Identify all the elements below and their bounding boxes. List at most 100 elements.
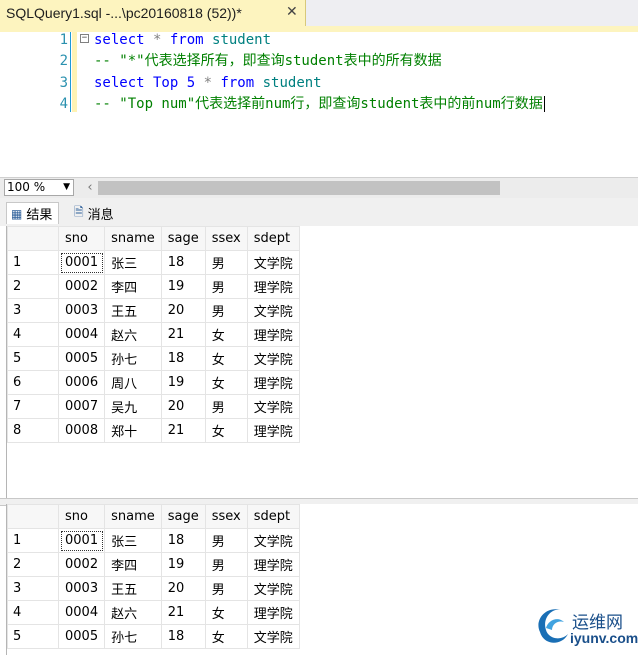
cell-sdept[interactable]: 理学院 xyxy=(246,418,300,443)
table-row[interactable]: 5 0005 孙七 18 女文学院 xyxy=(7,346,300,371)
table-row[interactable]: 4 0004 赵六 21 女理学院 xyxy=(7,322,300,347)
close-icon[interactable]: ✕ xyxy=(286,4,298,20)
row-number[interactable]: 1 xyxy=(7,528,59,553)
table-row[interactable]: 1 0001 张三 18 男文学院 xyxy=(7,250,300,275)
cell-sname[interactable]: 孙七 xyxy=(104,624,162,649)
table-row[interactable]: 2 0002 李四 19 男理学院 xyxy=(7,552,300,577)
code-line-2[interactable]: 2 -- "*"代表选择所有，即查询student表中的所有数据 xyxy=(0,50,638,72)
cell-sdept[interactable]: 文学院 xyxy=(246,576,300,601)
tab-messages[interactable]: 🗎 消息 xyxy=(70,202,120,224)
column-header-sno[interactable]: sno xyxy=(57,226,106,251)
cell-sage[interactable]: 18 xyxy=(160,624,206,649)
cell-sdept[interactable]: 文学院 xyxy=(246,298,300,323)
cell-sno[interactable]: 0004 xyxy=(57,600,106,625)
grid-corner[interactable] xyxy=(7,226,59,251)
cell-sno[interactable]: 0005 xyxy=(57,624,106,649)
cell-ssex[interactable]: 男 xyxy=(204,394,248,419)
row-number[interactable]: 8 xyxy=(7,418,59,443)
cell-sage[interactable]: 18 xyxy=(160,346,206,371)
cell-sno[interactable]: 0004 xyxy=(57,322,106,347)
row-number[interactable]: 4 xyxy=(7,600,59,625)
cell-sname[interactable]: 张三 xyxy=(104,250,162,275)
cell-sdept[interactable]: 文学院 xyxy=(246,394,300,419)
cell-sdept[interactable]: 理学院 xyxy=(246,600,300,625)
cell-sage[interactable]: 20 xyxy=(160,394,206,419)
cell-sno[interactable]: 0006 xyxy=(57,370,106,395)
table-row[interactable]: 7 0007 吴九 20 男文学院 xyxy=(7,394,300,419)
column-header-sdept[interactable]: sdept xyxy=(246,226,300,251)
cell-sname[interactable]: 赵六 xyxy=(104,600,162,625)
table-row[interactable]: 1 0001 张三 18 男文学院 xyxy=(7,528,300,553)
cell-sage[interactable]: 21 xyxy=(160,322,206,347)
cell-sname[interactable]: 赵六 xyxy=(104,322,162,347)
cell-sage[interactable]: 21 xyxy=(160,600,206,625)
cell-sdept[interactable]: 文学院 xyxy=(246,528,300,553)
cell-sname[interactable]: 李四 xyxy=(104,274,162,299)
table-row[interactable]: 3 0003 王五 20 男文学院 xyxy=(7,298,300,323)
cell-sdept[interactable]: 理学院 xyxy=(246,274,300,299)
column-header-sname[interactable]: sname xyxy=(104,226,162,251)
cell-ssex[interactable]: 男 xyxy=(204,528,248,553)
tab-sqlquery1[interactable]: SQLQuery1.sql -...\pc20160818 (52))* ✕ xyxy=(0,0,306,26)
row-number[interactable]: 3 xyxy=(7,576,59,601)
cell-ssex[interactable]: 女 xyxy=(204,322,248,347)
cell-sname[interactable]: 吴九 xyxy=(104,394,162,419)
cell-sdept[interactable]: 理学院 xyxy=(246,322,300,347)
code-line-1[interactable]: 1 − select * from student xyxy=(0,29,638,51)
cell-sage[interactable]: 18 xyxy=(160,250,206,275)
result-grid-1[interactable]: sno sname sage ssex sdept 1 0001 张三 18 男文学院 2 0002… xyxy=(6,226,638,498)
horizontal-scrollbar-thumb[interactable] xyxy=(98,181,500,195)
row-number[interactable]: 4 xyxy=(7,322,59,347)
cell-sage[interactable]: 19 xyxy=(160,274,206,299)
cell-sage[interactable]: 19 xyxy=(160,552,206,577)
cell-sname[interactable]: 李四 xyxy=(104,552,162,577)
row-number[interactable]: 2 xyxy=(7,274,59,299)
cell-sno[interactable]: 0007 xyxy=(57,394,106,419)
cell-sno[interactable]: 0002 xyxy=(57,552,106,577)
cell-ssex[interactable]: 男 xyxy=(204,274,248,299)
cell-ssex[interactable]: 男 xyxy=(204,552,248,577)
cell-sname[interactable]: 周八 xyxy=(104,370,162,395)
row-number[interactable]: 7 xyxy=(7,394,59,419)
cell-sno[interactable]: 0005 xyxy=(57,346,106,371)
column-header-ssex[interactable]: ssex xyxy=(204,226,248,251)
cell-sno[interactable]: 0003 xyxy=(57,298,106,323)
cell-ssex[interactable]: 男 xyxy=(204,298,248,323)
cell-sdept[interactable]: 文学院 xyxy=(246,346,300,371)
cell-sno[interactable]: 0001 xyxy=(57,528,106,553)
cell-sdept[interactable]: 文学院 xyxy=(246,250,300,275)
cell-sage[interactable]: 19 xyxy=(160,370,206,395)
code-line-3[interactable]: 3 select Top 5 * from student xyxy=(0,72,638,94)
row-number[interactable]: 3 xyxy=(7,298,59,323)
table-row[interactable]: 6 0006 周八 19 女理学院 xyxy=(7,370,300,395)
cell-sname[interactable]: 张三 xyxy=(104,528,162,553)
cell-sage[interactable]: 20 xyxy=(160,576,206,601)
row-number[interactable]: 6 xyxy=(7,370,59,395)
cell-sname[interactable]: 郑十 xyxy=(104,418,162,443)
zoom-select[interactable]: 100 % ▼ xyxy=(4,179,74,196)
cell-ssex[interactable]: 女 xyxy=(204,624,248,649)
cell-sno[interactable]: 0001 xyxy=(57,250,106,275)
cell-ssex[interactable]: 女 xyxy=(204,418,248,443)
cell-sdept[interactable]: 文学院 xyxy=(246,624,300,649)
column-header-sno[interactable]: sno xyxy=(57,504,106,529)
cell-ssex[interactable]: 男 xyxy=(204,250,248,275)
column-header-sage[interactable]: sage xyxy=(160,504,206,529)
table-row[interactable]: 8 0008 郑十 21 女理学院 xyxy=(7,418,300,443)
cell-sname[interactable]: 王五 xyxy=(104,576,162,601)
cell-sage[interactable]: 20 xyxy=(160,298,206,323)
column-header-sage[interactable]: sage xyxy=(160,226,206,251)
cell-sno[interactable]: 0008 xyxy=(57,418,106,443)
cell-sdept[interactable]: 理学院 xyxy=(246,552,300,577)
cell-ssex[interactable]: 女 xyxy=(204,346,248,371)
collapse-minus-icon[interactable]: − xyxy=(80,34,89,43)
column-header-sdept[interactable]: sdept xyxy=(246,504,300,529)
table-row[interactable]: 3 0003 王五 20 男文学院 xyxy=(7,576,300,601)
cell-sno[interactable]: 0002 xyxy=(57,274,106,299)
row-number[interactable]: 1 xyxy=(7,250,59,275)
cell-sage[interactable]: 21 xyxy=(160,418,206,443)
scroll-left-icon[interactable]: ‹ xyxy=(84,179,96,196)
cell-ssex[interactable]: 男 xyxy=(204,576,248,601)
tab-results[interactable]: ▦ 结果 xyxy=(6,202,60,224)
column-header-sname[interactable]: sname xyxy=(104,504,162,529)
